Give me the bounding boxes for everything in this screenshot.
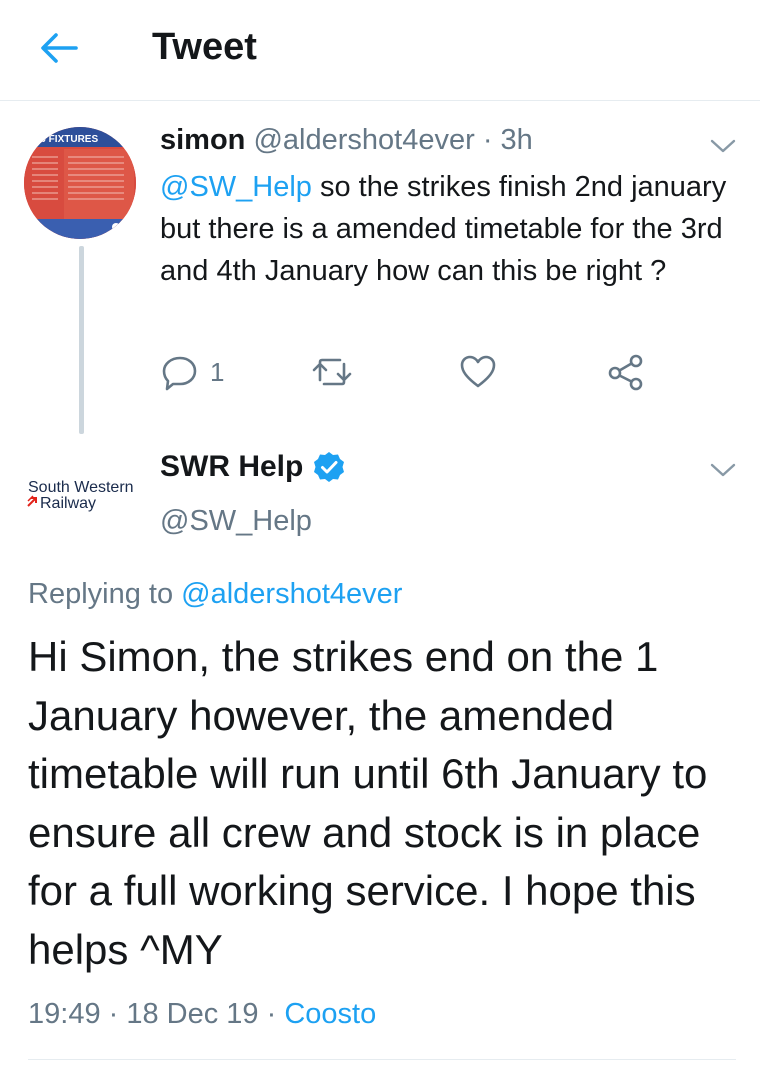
top-bar: Tweet [0, 0, 760, 101]
replying-handle-link[interactable]: @aldershot4ever [181, 578, 402, 610]
retweet-icon [312, 358, 352, 386]
tweet-text: @SW_Help so the strikes finish 2nd janua… [160, 166, 745, 292]
separator: · [258, 998, 285, 1030]
like-icon [460, 355, 496, 388]
tweet-source-link[interactable]: Coosto [284, 998, 376, 1030]
back-arrow-icon [41, 33, 78, 63]
tweet-meta: 19:49 · 18 Dec 19 · Coosto [28, 998, 376, 1031]
tweet-body: Hi Simon, the strikes end on the 1 Janua… [28, 633, 708, 973]
tweet-header: simon @aldershot4ever · 3h [160, 124, 533, 157]
svg-text:South Western: South Western [28, 479, 134, 496]
separator: · [100, 998, 127, 1030]
author-name[interactable]: SWR Help [160, 450, 303, 484]
avatar[interactable]: South Western Railway [24, 470, 140, 520]
author-handle[interactable]: @SW_Help [160, 505, 312, 538]
reply-count: 1 [210, 356, 225, 387]
back-button[interactable] [36, 28, 80, 68]
retweet-button[interactable] [310, 350, 354, 394]
author-name-row: SWR Help [160, 450, 345, 484]
svg-text:Railway: Railway [40, 495, 96, 512]
reply-icon [162, 356, 197, 391]
separator: · [482, 124, 493, 156]
tweet-menu-button[interactable] [708, 136, 738, 156]
tweet-actions: 1 [160, 350, 680, 394]
reply-button[interactable]: 1 [160, 350, 224, 394]
tweet-menu-button[interactable] [708, 460, 738, 480]
divider [28, 1059, 736, 1060]
tweet-time: 3h [500, 124, 533, 156]
verified-badge-icon [314, 452, 345, 482]
avatar[interactable]: /20 FIXTURES [24, 127, 136, 239]
author-name[interactable]: simon [160, 124, 245, 156]
page-title: Tweet [152, 26, 257, 68]
mention-link[interactable]: @SW_Help [160, 171, 312, 203]
share-icon [608, 354, 643, 391]
chevron-down-icon [710, 463, 736, 477]
svg-text:/20 FIXTURES: /20 FIXTURES [32, 134, 98, 145]
share-button[interactable] [606, 350, 646, 394]
tweet-time: 19:49 [28, 998, 101, 1030]
thread-connector [79, 246, 84, 434]
replying-label: Replying to [28, 578, 182, 610]
author-handle[interactable]: @aldershot4ever [253, 124, 474, 156]
tweet-date: 18 Dec 19 [126, 998, 259, 1030]
chevron-down-icon [710, 139, 736, 153]
like-button[interactable] [458, 350, 498, 394]
replying-to: Replying to @aldershot4ever [28, 578, 402, 611]
